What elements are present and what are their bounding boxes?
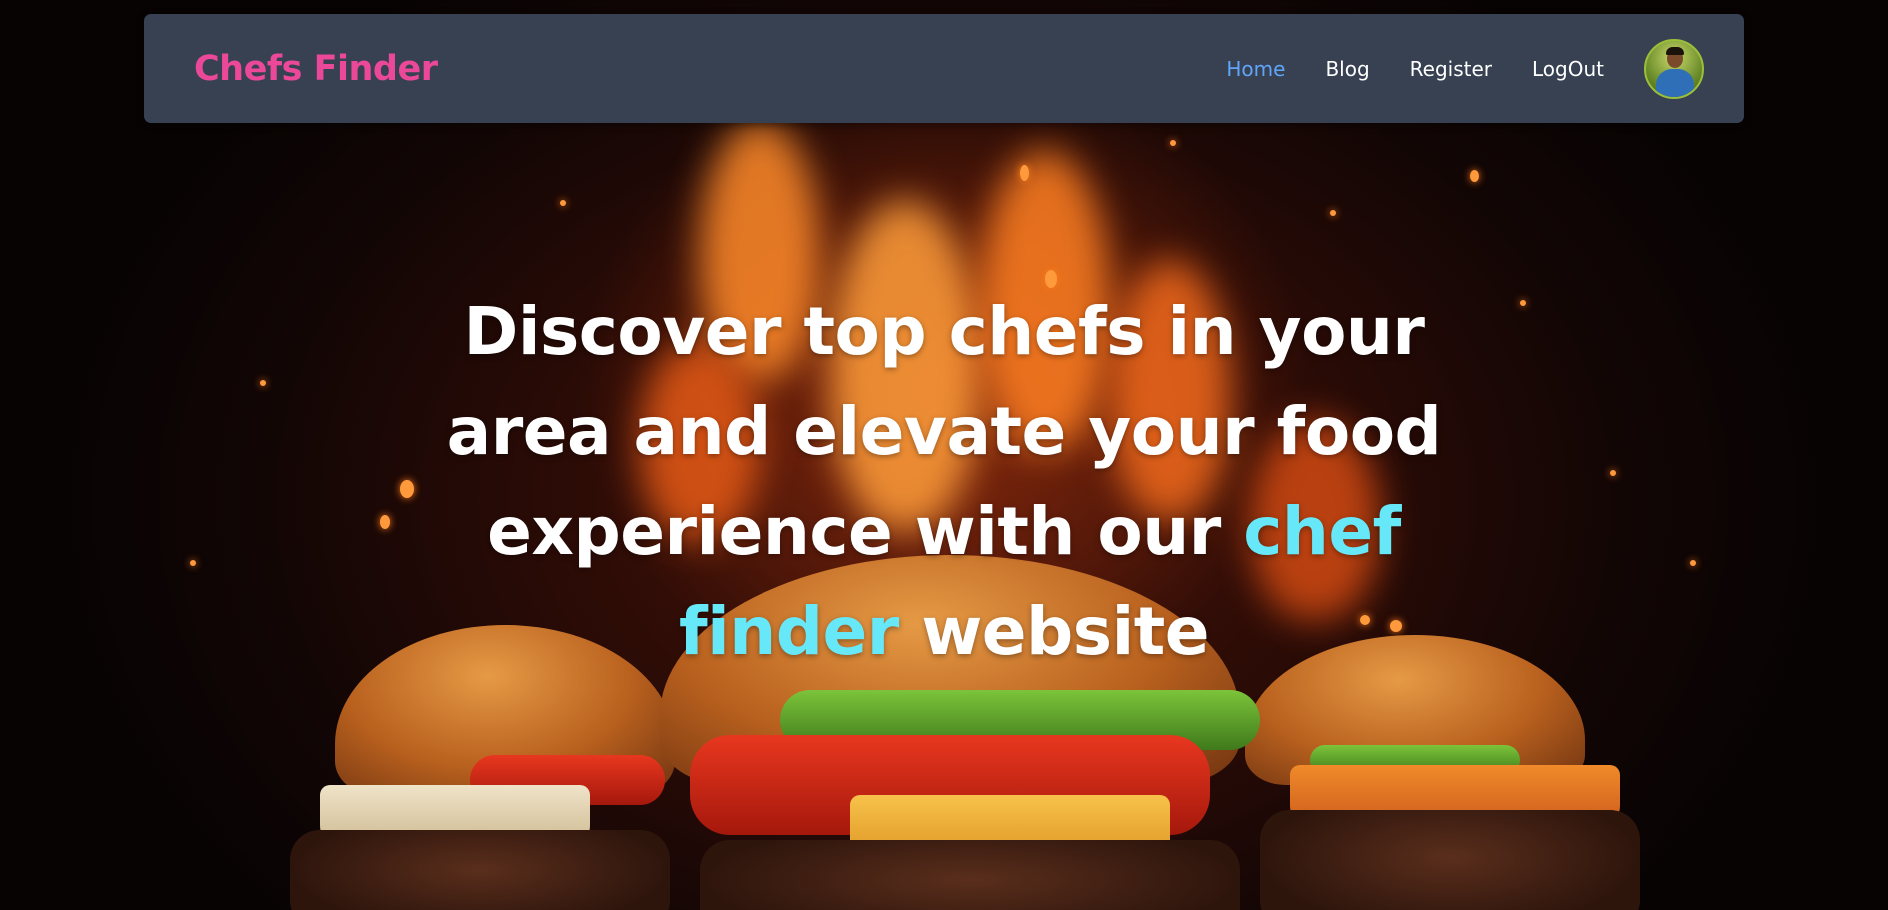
nav-link-register[interactable]: Register [1410,57,1492,81]
ember-dot [190,560,196,566]
ember-dot [400,480,414,498]
ember-dot [1170,140,1176,146]
ember-dot [1020,165,1029,181]
ember-dot [1330,210,1336,216]
ember-dot [1690,560,1696,566]
ember-dot [560,200,566,206]
nav-link-logout[interactable]: LogOut [1532,57,1604,81]
hero-headline: Discover top chefs in your area and elev… [444,282,1444,682]
ember-dot [1610,470,1616,476]
ember-dot [260,380,266,386]
hero-section: Chefs Finder Home Blog Register LogOut D… [0,0,1888,910]
nav-link-blog[interactable]: Blog [1325,57,1369,81]
ember-dot [1470,170,1479,182]
user-avatar-icon[interactable] [1644,38,1704,99]
nav-links: Home Blog Register LogOut [1186,38,1704,99]
top-navbar: Chefs Finder Home Blog Register LogOut [144,14,1744,123]
nav-link-home[interactable]: Home [1226,57,1285,81]
ember-dot [380,515,390,529]
brand-logo[interactable]: Chefs Finder [194,49,438,89]
ember-dot [1520,300,1526,306]
headline-text-end: website [898,593,1210,670]
